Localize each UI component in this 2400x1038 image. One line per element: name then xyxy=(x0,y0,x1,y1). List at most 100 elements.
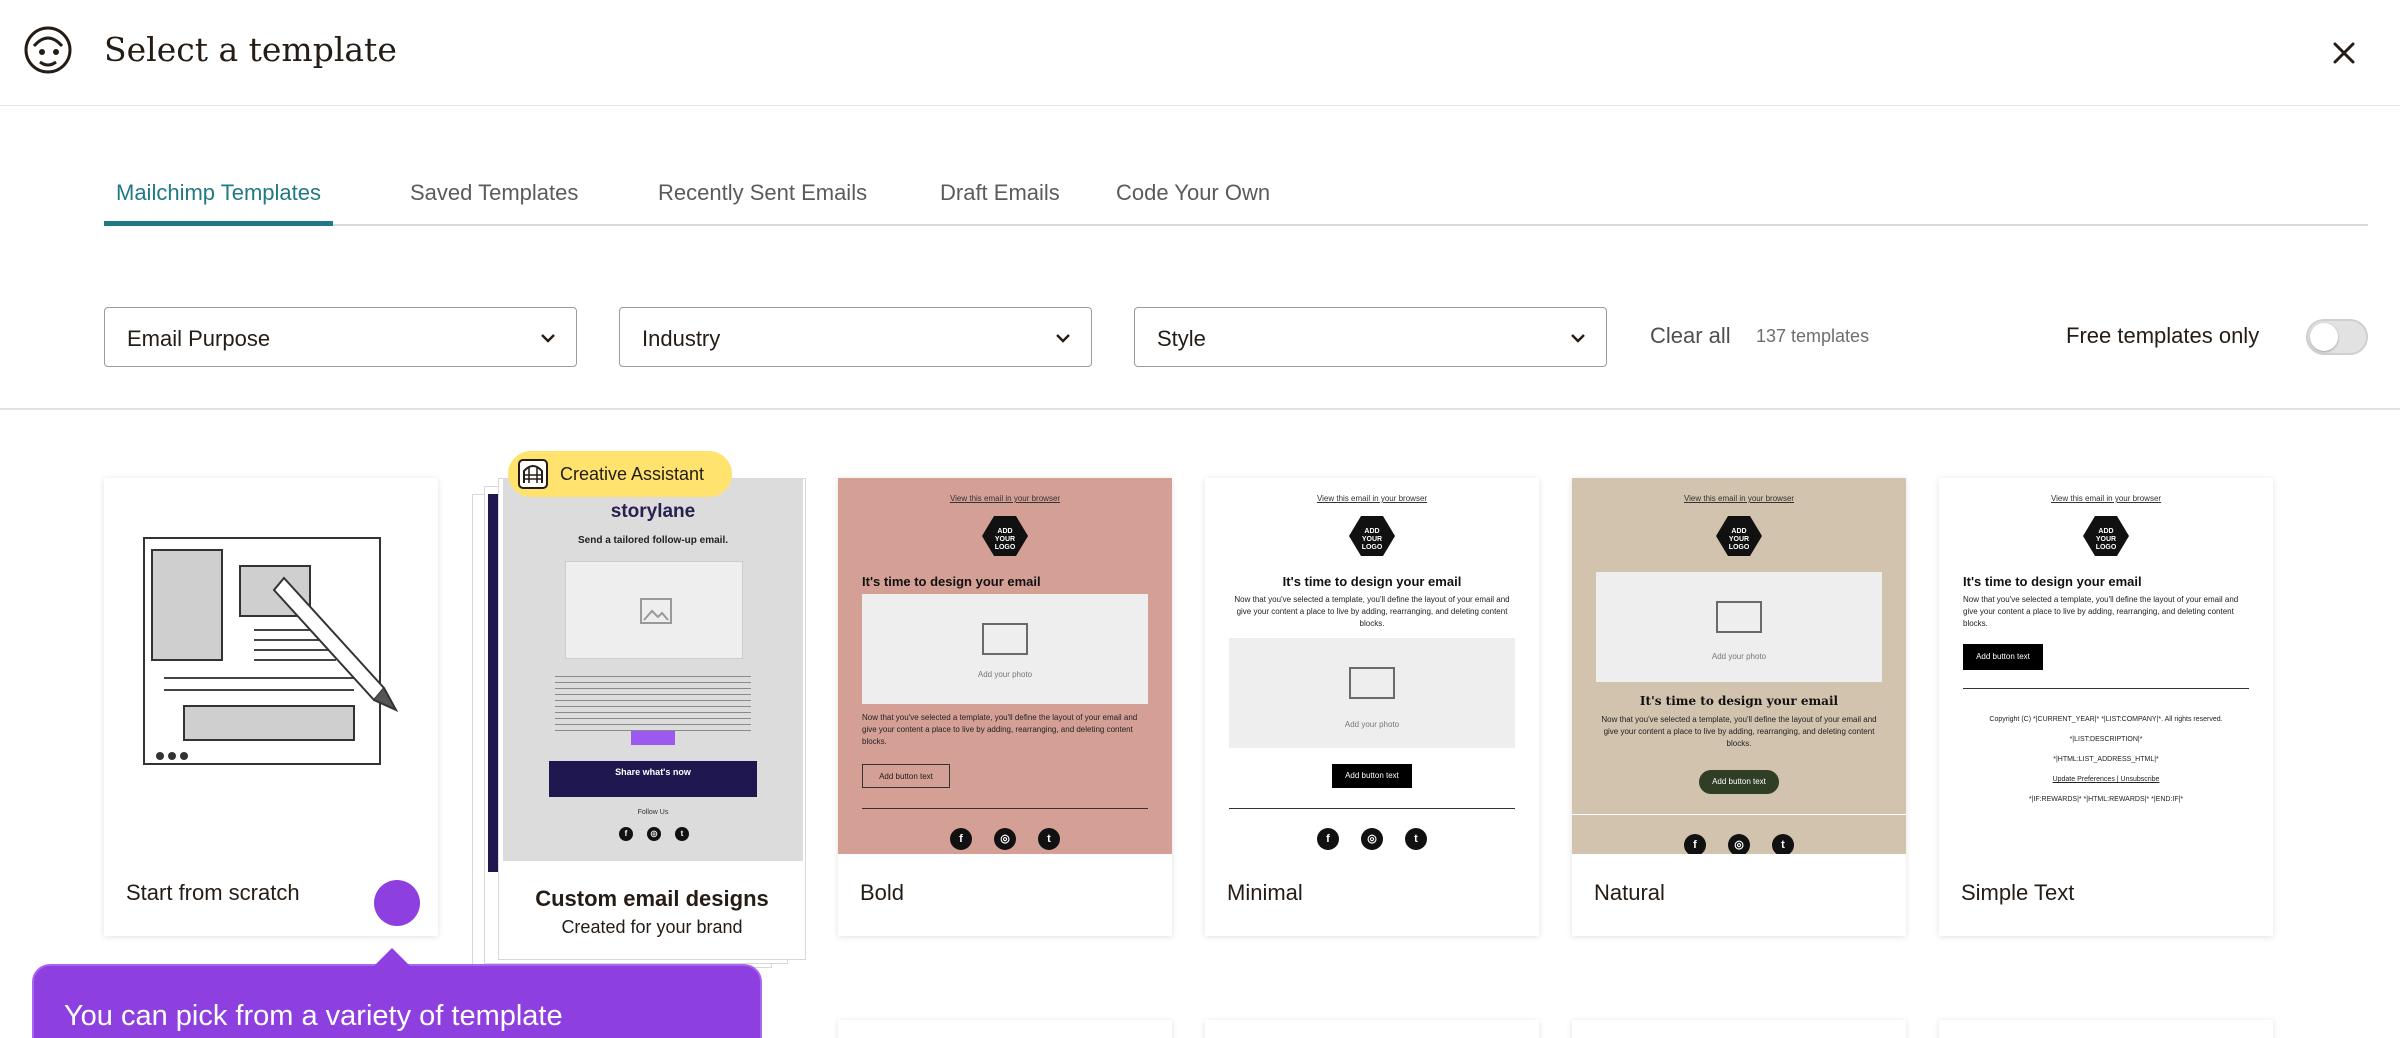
custom-email-designs-card[interactable]: storylane Send a tailored follow-up emai… xyxy=(498,478,806,960)
bold-button: Add button text xyxy=(862,764,950,788)
tab-saved-templates[interactable]: Saved Templates xyxy=(398,168,590,226)
twitter-icon: t xyxy=(1405,828,1427,850)
photo-icon xyxy=(982,622,1028,655)
hotspot-dot[interactable] xyxy=(374,880,420,926)
footer-description: *|LIST:DESCRIPTION|* xyxy=(2069,736,2143,743)
add-logo-icon: ADDYOURLOGO xyxy=(1349,516,1395,556)
industry-select[interactable]: Industry xyxy=(619,307,1092,367)
facebook-icon: f xyxy=(950,828,972,850)
custom-designs-title: Custom email designs xyxy=(535,886,769,911)
natural-heading: It's time to design your email xyxy=(1639,694,1839,708)
template-card-bold[interactable]: View this email in your browser ADD YOUR L… xyxy=(838,478,1172,936)
free-templates-toggle[interactable] xyxy=(2306,319,2368,355)
view-in-browser-link: View this email in your browser xyxy=(1683,494,1795,503)
tab-recently-sent-emails[interactable]: Recently Sent Emails xyxy=(646,168,879,226)
svg-text:ADD: ADD xyxy=(997,528,1012,535)
card-row2-3 xyxy=(1572,1020,1906,1038)
creative-assistant-icon xyxy=(518,459,548,489)
natural-label: Natural xyxy=(1594,880,1665,905)
twitter-icon: t xyxy=(1038,828,1060,850)
tooltip-arrow xyxy=(374,948,410,966)
template-count: 137 templates xyxy=(1756,326,1870,346)
simple-button: Add button text xyxy=(1963,644,2043,670)
walkthrough-tooltip: You can pick from a variety of template xyxy=(32,948,762,1038)
bold-label: Bold xyxy=(860,880,905,905)
minimal-rule xyxy=(1229,808,1515,809)
instagram-icon: ◎ xyxy=(1728,834,1750,854)
svg-text:YOUR: YOUR xyxy=(2096,536,2116,543)
svg-text:YOUR: YOUR xyxy=(995,536,1015,543)
footer-preferences: Update Preferences | Unsubscribe xyxy=(2052,776,2160,783)
instagram-icon: ◎ xyxy=(994,828,1016,850)
view-in-browser-link: View this email in your browser xyxy=(949,494,1061,503)
footer-address: *|HTML:LIST_ADDRESS_HTML|* xyxy=(2053,756,2159,763)
facebook-icon: f xyxy=(1684,834,1706,854)
photo-icon xyxy=(1716,600,1762,633)
simple-text-label: Simple Text xyxy=(1961,880,2075,905)
chevron-down-icon xyxy=(541,334,555,343)
twitter-icon: t xyxy=(675,827,689,841)
body-text-lines xyxy=(555,671,751,731)
chevron-down-icon xyxy=(1571,334,1585,343)
svg-text:LOGO: LOGO xyxy=(1729,544,1750,551)
chevron-down-icon xyxy=(1056,334,1070,343)
tab-mailchimp-templates[interactable]: Mailchimp Templates xyxy=(104,168,334,226)
sketch-illustration-icon xyxy=(143,537,399,765)
modal-header: Select a template xyxy=(0,0,2400,106)
card-row2-4 xyxy=(1939,1020,2273,1038)
natural-button: Add button text xyxy=(1699,770,1779,794)
image-placeholder xyxy=(565,561,743,659)
svg-text:LOGO: LOGO xyxy=(2096,544,2117,551)
template-card-natural[interactable]: View this email in your browser ADD YOUR L… xyxy=(1572,478,1906,936)
bold-heading: It's time to design your email xyxy=(862,574,1041,589)
start-from-scratch-card[interactable]: Start from scratch xyxy=(104,478,438,936)
follow-us-label: Follow Us xyxy=(637,809,669,816)
minimal-photo-placeholder: Add your photo xyxy=(1229,638,1515,748)
footer-copyright: Copyright (C) *|CURRENT_YEAR|* *|LIST:CO… xyxy=(1989,716,2223,723)
style-select[interactable]: Style xyxy=(1134,307,1607,367)
svg-text:YOUR: YOUR xyxy=(1362,536,1382,543)
bold-body: Now that you've selected a template, you… xyxy=(862,713,1138,746)
template-card-simple-text[interactable]: View this email in your browser ADD YOUR L… xyxy=(1939,478,2273,936)
simple-text-thumbnail: View this email in your browser ADD YOUR L… xyxy=(1939,478,2273,854)
svg-text:ADD: ADD xyxy=(2098,528,2113,535)
custom-email-thumbnail: storylane Send a tailored follow-up emai… xyxy=(503,479,803,861)
mini-cta xyxy=(631,731,675,745)
creative-assistant-label: Creative Assistant xyxy=(560,464,705,484)
natural-socials: f ◎ t xyxy=(1572,834,1906,854)
instagram-icon: ◎ xyxy=(1361,828,1383,850)
natural-photo-placeholder: Add your photo xyxy=(1596,572,1882,682)
minimal-body: Now that you've selected a template, you… xyxy=(1234,595,1510,628)
style-label: Style xyxy=(1157,326,1206,351)
clear-all-button[interactable]: Clear all xyxy=(1650,323,1731,349)
card-row2-1 xyxy=(838,1020,1172,1038)
simple-rule xyxy=(1963,688,2249,689)
svg-text:ADD: ADD xyxy=(1731,528,1746,535)
industry-label: Industry xyxy=(642,326,721,351)
tab-code-your-own[interactable]: Code Your Own xyxy=(1104,168,1282,226)
bold-socials: f ◎ t xyxy=(838,828,1172,852)
share-banner: Share what's now xyxy=(549,761,757,797)
photo-caption: Add your photo xyxy=(977,670,1033,679)
share-banner-label: Share what's now xyxy=(615,767,691,777)
view-in-browser-link: View this email in your browser xyxy=(1316,494,1428,503)
minimal-heading: It's time to design your email xyxy=(1282,574,1462,589)
minimal-socials: f ◎ t xyxy=(1205,828,1539,852)
email-purpose-select[interactable]: Email Purpose xyxy=(104,307,577,367)
custom-designs-subtitle: Created for your brand xyxy=(561,917,743,937)
tab-draft-emails[interactable]: Draft Emails xyxy=(928,168,1072,226)
photo-icon xyxy=(1349,666,1395,699)
instagram-icon: ◎ xyxy=(647,827,661,841)
close-icon[interactable] xyxy=(2325,34,2363,72)
card-row2-2 xyxy=(1205,1020,1539,1038)
filter-divider xyxy=(0,408,2400,410)
tooltip-text: You can pick from a variety of template xyxy=(64,1000,563,1032)
add-logo-icon: ADDYOURLOGO xyxy=(982,516,1028,556)
email-purpose-label: Email Purpose xyxy=(127,326,271,351)
template-tabs: Mailchimp Templates Saved Templates Rece… xyxy=(104,168,2368,226)
facebook-icon: f xyxy=(619,827,633,841)
svg-text:ADD: ADD xyxy=(1364,528,1379,535)
custom-headline: Send a tailored follow-up email. xyxy=(577,535,729,546)
template-card-minimal[interactable]: View this email in your browser ADD YOUR L… xyxy=(1205,478,1539,936)
mailchimp-logo-icon xyxy=(24,26,72,74)
